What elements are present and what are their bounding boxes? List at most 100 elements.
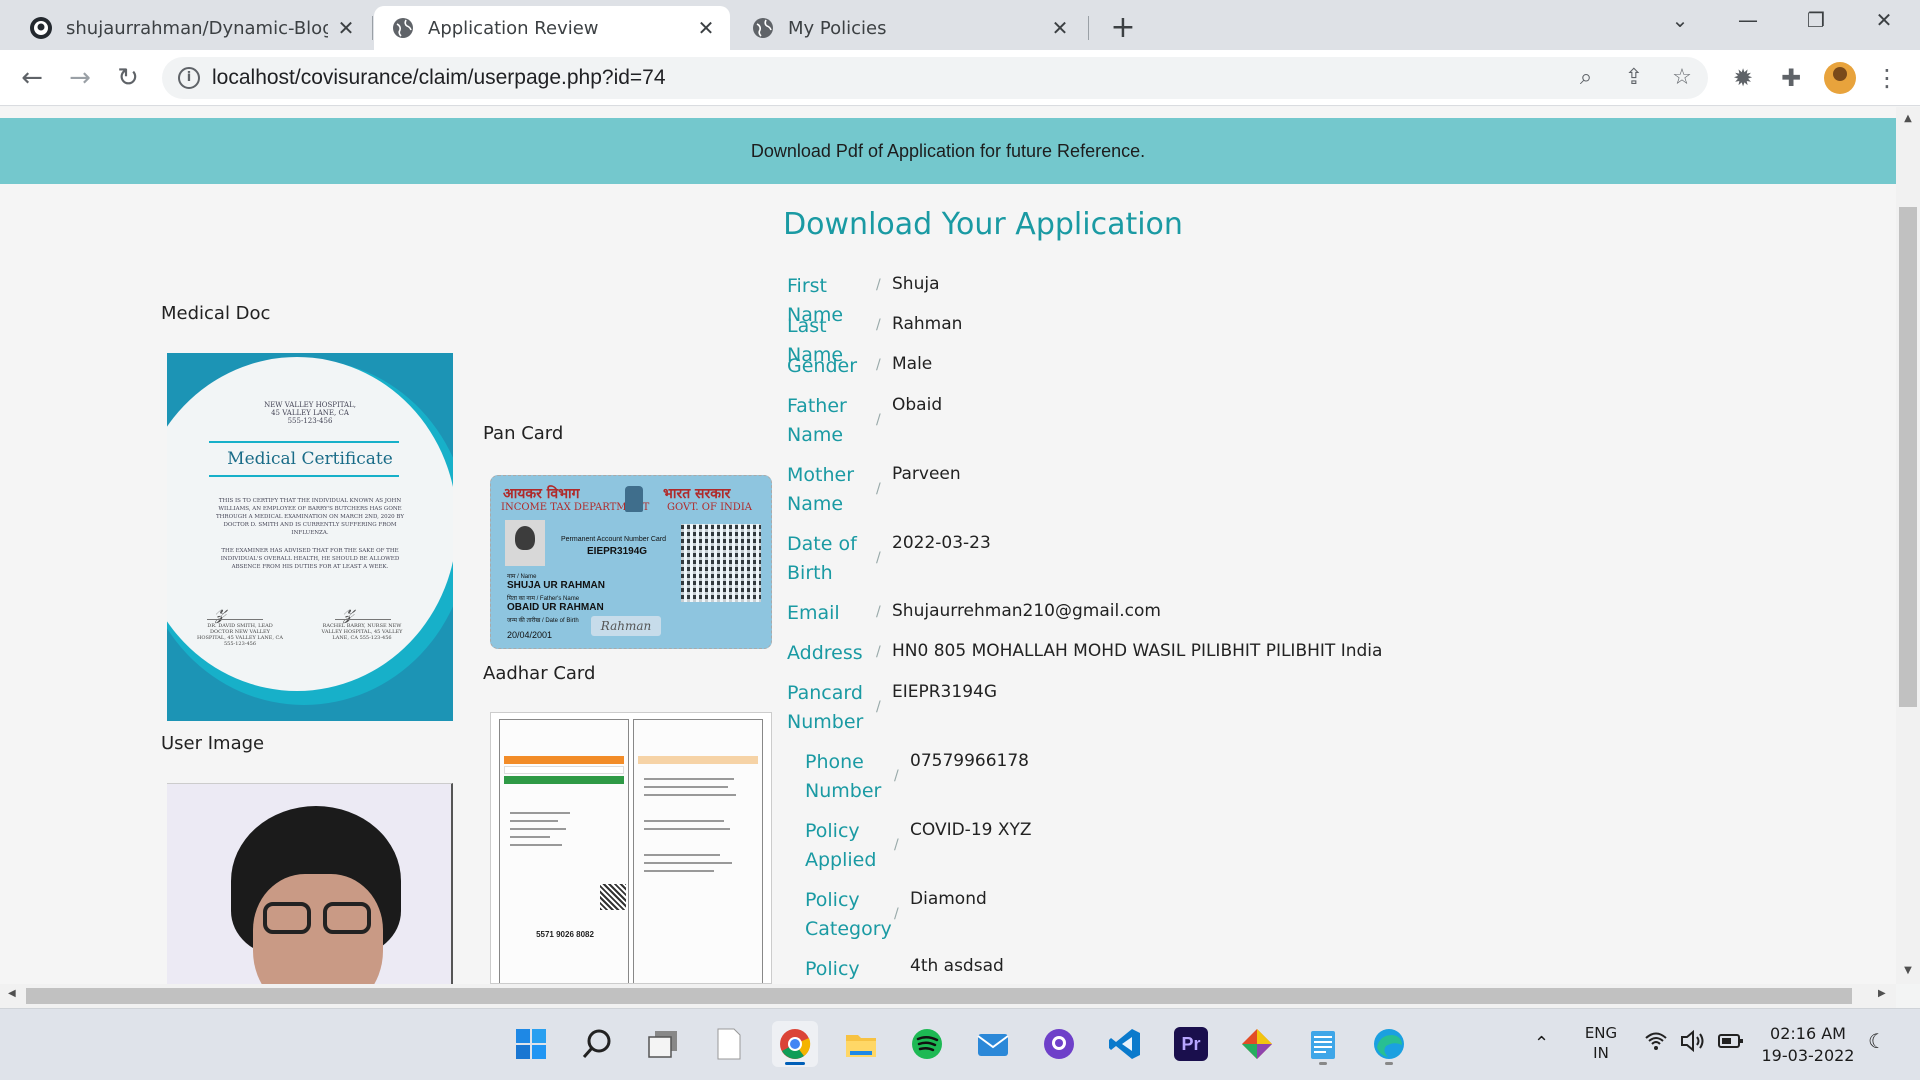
battery-icon[interactable] (1718, 1029, 1744, 1057)
separator: / (876, 604, 881, 620)
banner-text[interactable]: Download Pdf of Application for future R… (751, 141, 1145, 162)
pan-signature: Rahman (591, 616, 661, 636)
spotify-icon[interactable] (904, 1021, 950, 1067)
close-tab-icon[interactable]: ✕ (1050, 16, 1070, 40)
do-not-disturb-moon-icon[interactable]: ☾ (1868, 1029, 1886, 1053)
user-photo (167, 783, 453, 984)
tab-github[interactable]: shujaurrahman/Dynamic-Blogger ✕ (12, 6, 370, 50)
certificate-hospital: NEW VALLEY HOSPITAL, 45 VALLEY LANE, CA … (264, 401, 356, 425)
horizontal-scrollbar[interactable]: ◀ ▶ (0, 984, 1896, 1008)
certificate-body: THE EXAMINER HAS ADVISED THAT FOR THE SA… (220, 548, 400, 570)
policy-value: 4th asdsad (910, 956, 1004, 976)
language-indicator[interactable]: ENG IN (1574, 1023, 1628, 1063)
scroll-left-icon[interactable]: ◀ (8, 988, 16, 999)
mail-icon[interactable] (970, 1021, 1016, 1067)
tab-my-policies[interactable]: My Policies ✕ (734, 6, 1084, 50)
scrollbar-thumb[interactable] (26, 988, 1852, 1004)
medical-doc-label: Medical Doc (161, 303, 271, 324)
extensions-puzzle-icon[interactable]: ✚ (1776, 64, 1806, 92)
edge-icon[interactable] (1366, 1021, 1412, 1067)
scrollbar-thumb[interactable] (1899, 207, 1917, 707)
reload-icon[interactable]: ↻ (112, 62, 144, 94)
close-tab-icon[interactable]: ✕ (696, 16, 716, 40)
clock[interactable]: 02:16 AM 19-03-2022 (1760, 1023, 1856, 1067)
zoom-icon[interactable]: ⌕ (1572, 65, 1600, 90)
separator: / (876, 357, 881, 373)
pan-number: EIEPR3194G (587, 546, 648, 557)
page-viewport: Download Pdf of Application for future R… (0, 107, 1896, 984)
wifi-icon[interactable] (1644, 1029, 1668, 1057)
first-name-value: Shuja (892, 274, 940, 294)
address-bar[interactable]: i localhost/covisurance/claim/userpage.p… (162, 57, 1708, 99)
separator: / (894, 837, 899, 853)
date-of-birth-value: 2022-03-23 (892, 533, 991, 553)
certificate-title: Medical Certificate (227, 449, 393, 469)
pan-photo (505, 520, 545, 566)
github-desktop-icon[interactable] (1036, 1021, 1082, 1067)
pan-dob-caption: जन्म की तारीख / Date of Birth (507, 618, 579, 624)
tab-title: Application Review (428, 17, 599, 39)
date-of-birth-label: Date of Birth (787, 533, 857, 584)
divider (335, 619, 391, 620)
signer-caption: DR. DAVID SMITH, LEAD DOCTOR NEW VALLEY … (197, 623, 283, 647)
notepad-file-icon[interactable] (706, 1021, 752, 1067)
forward-icon[interactable]: → (64, 62, 96, 94)
emblem-icon (625, 486, 643, 512)
scroll-down-icon[interactable]: ▼ (1896, 965, 1920, 976)
aadhar-front: 5571 9026 8082 (499, 719, 629, 983)
pan-name: SHUJA UR RAHMAN (507, 580, 605, 591)
aadhar-number: 5571 9026 8082 (536, 930, 594, 939)
share-icon[interactable]: ⇪ (1620, 65, 1648, 90)
file-explorer-icon[interactable] (838, 1021, 884, 1067)
aadhar-back (633, 719, 763, 983)
pancard-number-value: EIEPR3194G (892, 682, 997, 702)
browser-menu-icon[interactable]: ⋮ (1872, 64, 1902, 92)
url-text[interactable]: localhost/covisurance/claim/userpage.php… (212, 66, 666, 90)
separator: / (876, 277, 881, 293)
git-kraken-icon[interactable] (1234, 1021, 1280, 1067)
close-tab-icon[interactable]: ✕ (336, 16, 356, 40)
medical-doc-image: NEW VALLEY HOSPITAL, 45 VALLEY LANE, CA … (167, 353, 453, 721)
scroll-right-icon[interactable]: ▶ (1878, 988, 1886, 999)
divider (209, 475, 399, 477)
vscode-icon[interactable] (1102, 1021, 1148, 1067)
chrome-icon[interactable] (772, 1021, 818, 1067)
aadhar-card-label: Aadhar Card (483, 663, 596, 684)
bookmark-star-icon[interactable]: ☆ (1668, 65, 1696, 90)
show-hidden-icons-icon[interactable]: ⌃ (1534, 1033, 1549, 1054)
profile-avatar[interactable] (1824, 62, 1856, 94)
tab-title: My Policies (788, 17, 887, 39)
separator: / (876, 317, 881, 333)
tab-separator (372, 16, 373, 40)
task-view-icon[interactable] (640, 1021, 686, 1067)
vertical-scrollbar[interactable]: ▲ ▼ (1896, 107, 1920, 984)
phone-number-value: 07579966178 (910, 751, 1029, 771)
separator: / (894, 768, 899, 784)
policy-category-label: Policy Category (805, 889, 892, 940)
pan-govt: GOVT. OF INDIA (667, 502, 752, 513)
restore-icon[interactable]: ❐ (1796, 8, 1836, 32)
gender-label: Gender (787, 355, 858, 377)
tab-application-review[interactable]: Application Review ✕ (374, 6, 730, 50)
close-window-icon[interactable]: ✕ (1864, 8, 1904, 32)
new-tab-icon[interactable]: + (1108, 10, 1138, 45)
minimize-icon[interactable]: — (1728, 8, 1768, 32)
site-info-icon[interactable]: i (178, 67, 200, 89)
premiere-pro-icon[interactable]: Pr (1168, 1021, 1214, 1067)
globe-icon (392, 17, 414, 39)
notepad-icon[interactable] (1300, 1021, 1346, 1067)
download-pdf-banner[interactable]: Download Pdf of Application for future R… (0, 118, 1896, 184)
tab-search-icon[interactable]: ⌄ (1660, 8, 1700, 32)
windows-start-icon[interactable] (508, 1021, 554, 1067)
extension-bug-icon[interactable]: ✹ (1728, 64, 1758, 92)
email-label: Email (787, 602, 840, 624)
search-icon[interactable] (574, 1021, 620, 1067)
pan-number-caption: Permanent Account Number Card (561, 536, 667, 543)
phone-number-label: Phone Number (805, 751, 882, 802)
globe-icon (752, 17, 774, 39)
scroll-up-icon[interactable]: ▲ (1896, 113, 1920, 124)
back-icon[interactable]: ← (16, 62, 48, 94)
policy-label: Policy (805, 958, 860, 980)
volume-icon[interactable] (1680, 1029, 1706, 1057)
certificate-body: THIS IS TO CERTIFY THAT THE INDIVIDUAL K… (215, 498, 405, 536)
